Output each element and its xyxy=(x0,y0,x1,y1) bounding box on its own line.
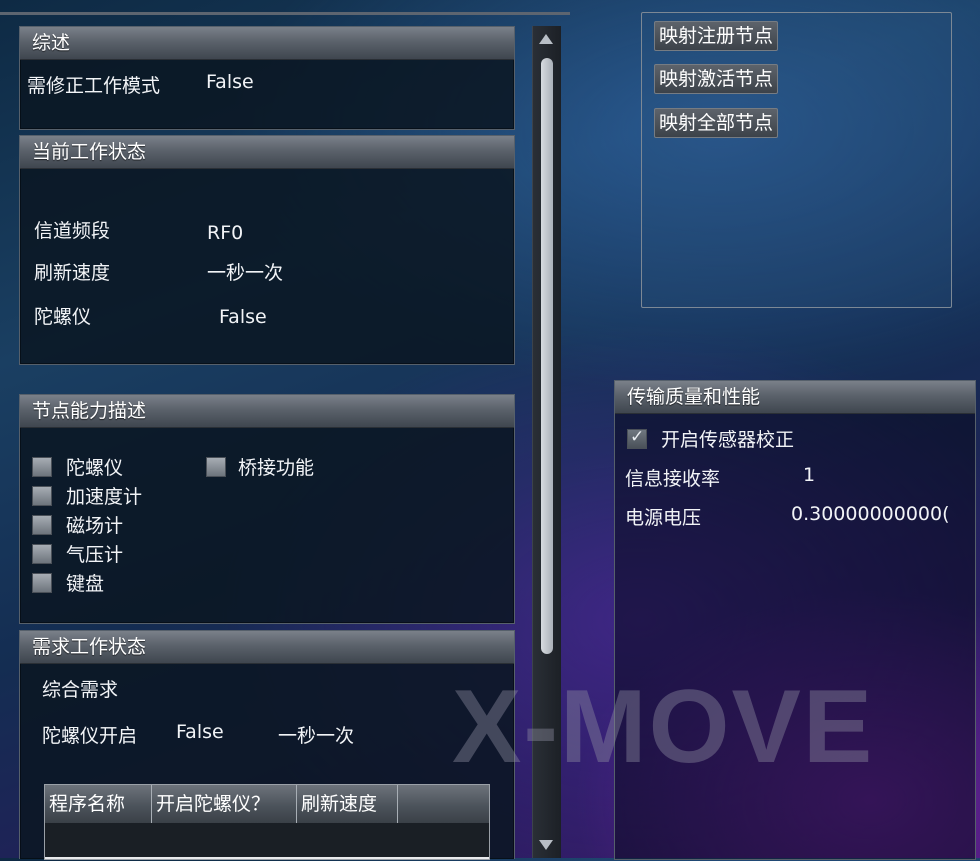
refresh-value: 一秒一次 xyxy=(207,262,284,284)
supply-voltage-value: 0.30000000000( xyxy=(791,503,950,525)
current-state-title: 当前工作状态 xyxy=(20,136,514,169)
gyro-on-label: 陀螺仪开启 xyxy=(42,725,138,747)
summary-title: 综述 xyxy=(20,27,514,60)
map-registered-nodes-button[interactable]: 映射注册节点 xyxy=(654,21,779,51)
sensor-calibration-checkbox[interactable] xyxy=(627,427,647,449)
grid-column-program-name[interactable]: 程序名称 xyxy=(45,785,152,823)
capabilities-panel: 节点能力描述 陀螺仪 加速度计 磁场计 气压计 键盘 桥接功能 xyxy=(19,394,515,624)
gyro-label: 陀螺仪 xyxy=(34,306,92,328)
capability-label-bridge: 桥接功能 xyxy=(238,457,315,479)
map-actions-panel: 映射注册节点 映射激活节点 映射全部节点 xyxy=(641,12,952,308)
transmission-panel: 传输质量和性能 开启传感器校正 信息接收率 1 电源电压 0.300000000… xyxy=(614,380,976,860)
capability-checkbox-gyro[interactable] xyxy=(32,457,52,477)
capability-label-keyboard: 键盘 xyxy=(66,573,105,595)
grid-body[interactable] xyxy=(45,823,489,857)
scrollbar-thumb[interactable] xyxy=(541,58,553,654)
grid-column-gyro-on[interactable]: 开启陀螺仪？ xyxy=(152,785,297,823)
supply-voltage-label: 电源电压 xyxy=(625,507,702,529)
demand-title: 需求工作状态 xyxy=(20,631,514,664)
demand-refresh-value: 一秒一次 xyxy=(278,725,355,747)
program-grid[interactable]: 程序名称 开启陀螺仪？ 刷新速度 xyxy=(44,784,490,860)
capability-label-magnetometer: 磁场计 xyxy=(66,515,124,537)
grid-column-refresh-rate[interactable]: 刷新速度 xyxy=(297,785,398,823)
receive-rate-label: 信息接收率 xyxy=(625,468,721,490)
channel-value: RF0 xyxy=(207,222,244,244)
capability-checkbox-magnetometer[interactable] xyxy=(32,515,52,535)
channel-label: 信道频段 xyxy=(34,220,111,242)
sensor-calibration-label: 开启传感器校正 xyxy=(661,429,795,451)
capability-label-barometer: 气压计 xyxy=(66,544,124,566)
xmove-watermark-logo: X-MOVE xyxy=(452,669,875,785)
capability-label-accelerometer: 加速度计 xyxy=(66,486,143,508)
map-all-nodes-button[interactable]: 映射全部节点 xyxy=(654,108,779,138)
grid-column-filler xyxy=(398,785,489,823)
summary-panel: 综述 需修正工作模式 False xyxy=(19,26,515,130)
capability-checkbox-bridge[interactable] xyxy=(206,457,226,477)
correction-mode-value: False xyxy=(206,71,254,93)
transmission-title: 传输质量和性能 xyxy=(615,381,975,414)
current-state-panel: 当前工作状态 信道频段 RF0 刷新速度 一秒一次 陀螺仪 False xyxy=(19,135,515,365)
gyro-value: False xyxy=(219,306,267,328)
correction-mode-label: 需修正工作模式 xyxy=(27,75,161,97)
capability-checkbox-accelerometer[interactable] xyxy=(32,486,52,506)
scroll-down-icon[interactable] xyxy=(539,840,553,850)
capability-checkbox-barometer[interactable] xyxy=(32,544,52,564)
capability-checkbox-keyboard[interactable] xyxy=(32,573,52,593)
scroll-up-icon[interactable] xyxy=(539,34,553,44)
overall-demand-label: 综合需求 xyxy=(42,679,119,701)
map-active-nodes-button[interactable]: 映射激活节点 xyxy=(654,64,779,94)
capability-label-gyro: 陀螺仪 xyxy=(66,457,124,479)
receive-rate-value: 1 xyxy=(803,464,816,486)
gyro-on-value: False xyxy=(176,721,224,743)
grid-header-row: 程序名称 开启陀螺仪？ 刷新速度 xyxy=(45,785,489,823)
refresh-label: 刷新速度 xyxy=(34,262,111,284)
capabilities-title: 节点能力描述 xyxy=(20,395,514,428)
